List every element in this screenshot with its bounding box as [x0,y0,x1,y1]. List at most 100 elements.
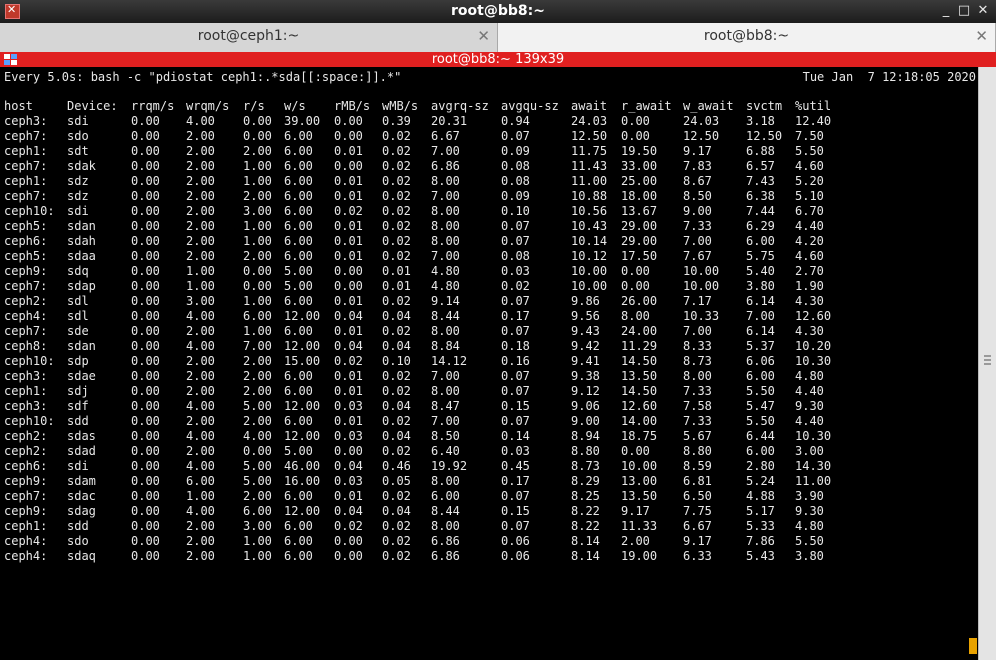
table-cell: 0.00 [334,279,363,293]
table-cell: 1.00 [243,294,272,308]
table-cell: 0.09 [501,189,530,203]
table-cell: 0.02 [382,534,411,548]
table-cell: sdj [67,384,89,398]
table-cell: 5.20 [795,174,824,188]
table-cell: 0.17 [501,474,530,488]
table-cell: 0.00 [131,294,160,308]
table-cell: 12.60 [621,399,658,413]
table-cell: 2.00 [186,219,215,233]
tab-root-ceph1[interactable]: root@ceph1:~ ✕ [0,23,498,52]
table-cell: ceph3: [4,399,48,413]
vertical-scrollbar[interactable] [978,67,996,660]
table-cell: sdae [67,369,96,383]
table-cell: 0.07 [501,234,530,248]
tab-close-icon[interactable]: ✕ [477,27,490,45]
table-cell: 0.02 [382,204,411,218]
table-cell: 1.00 [243,234,272,248]
table-cell: 11.29 [621,339,658,353]
table-cell: 12.00 [284,429,321,443]
column-header: wMB/s [382,99,419,113]
table-cell: 4.20 [795,234,824,248]
table-cell: 9.42 [571,339,600,353]
table-cell: 2.00 [243,369,272,383]
table-cell: 3.80 [746,279,775,293]
table-cell: 4.00 [186,339,215,353]
table-cell: 0.00 [131,534,160,548]
table-cell: 0.01 [334,384,363,398]
table-cell: 0.00 [131,129,160,143]
table-cell: 4.80 [431,264,460,278]
table-cell: 0.00 [334,264,363,278]
table-cell: ceph2: [4,429,48,443]
table-cell: 1.00 [243,159,272,173]
tab-root-bb8[interactable]: root@bb8:~ ✕ [498,23,996,52]
table-cell: 0.15 [501,504,530,518]
table-cell: 0.02 [382,219,411,233]
table-cell: 6.81 [683,474,712,488]
table-cell: 0.02 [382,189,411,203]
table-cell: 0.00 [131,279,160,293]
table-cell: 8.00 [431,219,460,233]
table-cell: 8.14 [571,549,600,563]
table-cell: sdi [67,114,89,128]
table-cell: 4.00 [186,399,215,413]
table-cell: 2.00 [186,324,215,338]
table-cell: 15.00 [284,354,321,368]
table-cell: sdp [67,354,89,368]
column-header: rMB/s [334,99,371,113]
table-cell: 10.14 [571,234,608,248]
table-cell: sdi [67,459,89,473]
table-cell: 5.50 [795,144,824,158]
resize-handle[interactable] [969,638,977,654]
table-cell: 10.30 [795,429,832,443]
table-cell: 4.60 [795,159,824,173]
table-cell: 0.02 [382,519,411,533]
table-cell: 8.25 [571,489,600,503]
table-cell: 7.00 [431,144,460,158]
table-cell: 0.00 [131,114,160,128]
table-cell: 0.00 [131,414,160,428]
table-cell: 2.70 [795,264,824,278]
scrollbar-grip-icon[interactable] [984,353,991,371]
table-cell: 10.00 [621,459,658,473]
table-cell: sdan [67,339,96,353]
table-cell: 0.01 [334,369,363,383]
table-cell: 1.00 [186,489,215,503]
watch-command: Every 5.0s: bash -c "pdiostat ceph1:.*sd… [4,70,402,84]
table-cell: sdd [67,519,89,533]
terminal-output[interactable]: Every 5.0s: bash -c "pdiostat ceph1:.*sd… [0,67,978,660]
table-cell: 9.30 [795,504,824,518]
maximize-icon[interactable]: □ [956,3,972,18]
table-cell: 0.02 [501,279,530,293]
table-cell: 0.07 [501,369,530,383]
table-cell: 0.16 [501,354,530,368]
table-cell: 0.06 [501,534,530,548]
table-cell: 0.08 [501,249,530,263]
table-cell: 0.01 [334,174,363,188]
table-cell: sdo [67,534,89,548]
tab-close-icon[interactable]: ✕ [975,27,988,45]
table-cell: 7.00 [431,414,460,428]
table-cell: 0.15 [501,399,530,413]
table-cell: 10.33 [683,309,720,323]
table-cell: 0.02 [382,234,411,248]
table-cell: ceph10: [4,414,55,428]
table-cell: 5.00 [243,459,272,473]
table-cell: 0.00 [334,444,363,458]
table-cell: 5.00 [243,399,272,413]
table-cell: 4.60 [795,249,824,263]
table-cell: 0.04 [382,399,411,413]
table-cell: 0.00 [131,354,160,368]
table-cell: 7.75 [683,504,712,518]
table-cell: 9.06 [571,399,600,413]
close-icon[interactable]: ✕ [975,3,991,18]
table-cell: 2.00 [186,129,215,143]
minimize-icon[interactable]: _ [938,3,954,18]
table-cell: 0.00 [131,234,160,248]
table-cell: 0.00 [334,114,363,128]
table-cell: 25.00 [621,174,658,188]
tab-bar: root@ceph1:~ ✕ root@bb8:~ ✕ [0,23,996,53]
table-cell: sdap [67,279,96,293]
table-cell: 0.00 [621,129,650,143]
table-cell: ceph3: [4,114,48,128]
